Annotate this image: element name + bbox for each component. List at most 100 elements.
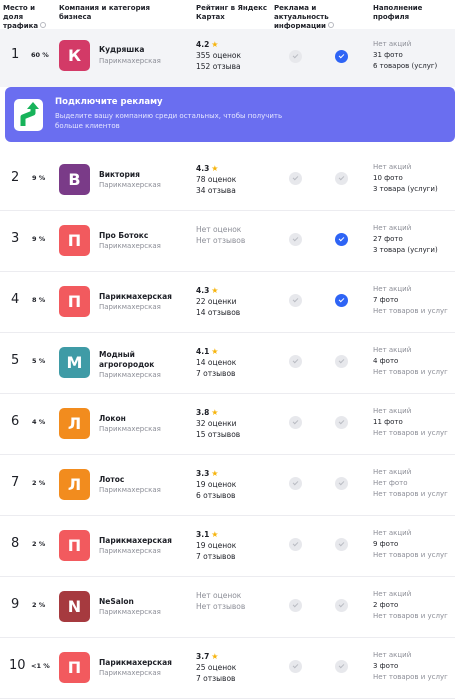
photos-count: 3 фото — [373, 662, 399, 670]
profile-fill: Нет акций 3 фото Нет товаров и услуг — [373, 650, 448, 683]
company-name[interactable]: Парикмахерская — [99, 292, 172, 302]
table-row[interactable]: 7 2 % Л Лотос Парикмахерская 3.3 ★ 19 оце… — [0, 455, 455, 516]
ratings-count: 19 оценок — [196, 541, 237, 550]
company-category: Парикмахерская — [99, 669, 161, 677]
promos-status: Нет акций — [373, 224, 412, 232]
reviews-count: 34 отзыва — [196, 186, 236, 195]
info-icon[interactable] — [40, 22, 47, 28]
rating-value-line: 4.1 ★ — [196, 346, 236, 357]
table-row[interactable]: 10 <1 % П Парикмахерская Парикмахерская … — [0, 638, 455, 699]
row-traffic-share: 5 % — [32, 357, 46, 365]
company-name[interactable]: Кудряшка — [99, 45, 169, 55]
profile-fill: Нет акций 31 фото 6 товаров (услуг) — [373, 39, 437, 72]
profile-fill: Нет акций 27 фото 3 товара (услуги) — [373, 223, 438, 256]
reviews-count: 6 отзывов — [196, 491, 236, 500]
header-ads: Реклама и актуальность информации — [274, 4, 366, 31]
profile-fill: Нет акций 7 фото Нет товаров и услуг — [373, 284, 448, 317]
company-avatar[interactable]: М — [59, 347, 90, 378]
row-traffic-share: 60 % — [31, 51, 49, 59]
header-rating: Рейтинг в Яндекс Картах — [196, 4, 268, 21]
table-row[interactable]: 9 2 % N NeSalon Парикмахерская Нет оцено… — [0, 577, 455, 638]
company-avatar[interactable]: П — [59, 225, 90, 256]
ads-check-icon — [289, 233, 302, 246]
photos-count: 31 фото — [373, 51, 403, 59]
rating-value: 3.7 — [196, 652, 210, 661]
rating-value-line: Нет оценок — [196, 590, 245, 601]
company-avatar[interactable]: К — [59, 40, 90, 71]
rating-block: 3.7 ★ 25 оценок 7 отзывов — [196, 651, 236, 684]
company-name[interactable]: Парикмахерская — [99, 658, 172, 668]
photos-count: 9 фото — [373, 540, 399, 548]
rating-block: 4.1 ★ 14 оценок 7 отзывов — [196, 346, 236, 379]
row-place: 9 — [11, 597, 20, 612]
reviews-count: 7 отзывов — [196, 552, 236, 561]
ads-check-icon — [289, 538, 302, 551]
table-row[interactable]: 6 4 % Л Локон Парикмахерская 3.8 ★ 32 оце… — [0, 394, 455, 455]
info-icon[interactable] — [327, 22, 334, 28]
goods-count: 3 товара (услуги) — [373, 185, 438, 193]
company-avatar[interactable]: П — [59, 530, 90, 561]
profile-fill: Нет акций 2 фото Нет товаров и услуг — [373, 589, 448, 622]
rating-value: Нет оценок — [196, 591, 242, 600]
goods-count: Нет товаров и услуг — [373, 551, 448, 559]
company-avatar[interactable]: Л — [59, 408, 90, 439]
table-row[interactable]: 8 2 % П Парикмахерская Парикмахерская 3.… — [0, 516, 455, 577]
table-row[interactable]: 1 60 % К Кудряшка Парикмахерская 4.2 ★ 35… — [0, 29, 455, 87]
promos-status: Нет акций — [373, 590, 412, 598]
profile-fill: Нет акций Нет фото Нет товаров и услуг — [373, 467, 448, 500]
star-icon: ★ — [211, 40, 219, 49]
table-row[interactable]: 4 8 % П Парикмахерская Парикмахерская 4.… — [0, 272, 455, 333]
star-icon: ★ — [211, 347, 219, 356]
company-avatar[interactable]: N — [59, 591, 90, 622]
table-row[interactable]: 3 9 % П Про Ботокс Парикмахерская Нет оц… — [0, 211, 455, 272]
info-actual-check-icon — [335, 599, 348, 612]
company-name[interactable]: Парикмахерская — [99, 536, 172, 546]
company-category: Парикмахерская — [99, 608, 161, 616]
star-icon: ★ — [211, 469, 219, 478]
company-category: Парикмахерская — [99, 547, 161, 555]
rating-block: 4.3 ★ 78 оценок 34 отзыва — [196, 163, 236, 196]
company-category: Парикмахерская — [99, 242, 161, 250]
info-actual-check-icon — [335, 233, 348, 246]
company-name[interactable]: Про Ботокс — [99, 231, 169, 241]
rating-value: 3.3 — [196, 469, 210, 478]
company-avatar[interactable]: П — [59, 652, 90, 683]
reviews-count: Нет отзывов — [196, 602, 246, 611]
rating-block: 4.2 ★ 355 оценок 152 отзыва — [196, 39, 241, 72]
rating-value: 3.1 — [196, 530, 210, 539]
info-actual-check-icon — [335, 416, 348, 429]
promos-status: Нет акций — [373, 285, 412, 293]
company-name[interactable]: Модный агрогородок — [99, 350, 169, 370]
row-place: 1 — [11, 47, 20, 62]
company-name[interactable]: Локон — [99, 414, 169, 424]
company-category: Парикмахерская — [99, 425, 161, 433]
row-place: 8 — [11, 536, 20, 551]
row-traffic-share: 8 % — [32, 296, 46, 304]
header-profile: Наполнение профиля — [373, 4, 423, 21]
profile-fill: Нет акций 11 фото Нет товаров и услуг — [373, 406, 448, 439]
rating-block: 3.1 ★ 19 оценок 7 отзывов — [196, 529, 236, 562]
photos-count: 4 фото — [373, 357, 399, 365]
photos-count: 2 фото — [373, 601, 399, 609]
company-name[interactable]: NeSalon — [99, 597, 169, 607]
promos-status: Нет акций — [373, 651, 412, 659]
company-avatar[interactable]: В — [59, 164, 90, 195]
row-traffic-share: 4 % — [32, 418, 46, 426]
rating-value: 4.2 — [196, 40, 210, 49]
rating-block: 3.8 ★ 32 оценки 15 отзывов — [196, 407, 240, 440]
row-traffic-share: 9 % — [32, 174, 46, 182]
company-name[interactable]: Лотос — [99, 475, 169, 485]
company-avatar[interactable]: П — [59, 286, 90, 317]
ads-check-icon — [289, 599, 302, 612]
company-name[interactable]: Виктория — [99, 170, 169, 180]
ad-promo-banner[interactable]: Подключите рекламу Выделите вашу компани… — [5, 87, 455, 142]
goods-count: Нет товаров и услуг — [373, 368, 448, 376]
promos-status: Нет акций — [373, 468, 412, 476]
ads-check-icon — [289, 294, 302, 307]
table-row[interactable]: 5 5 % М Модный агрогородок Парикмахерска… — [0, 333, 455, 394]
row-place: 10 — [9, 658, 26, 673]
company-category: Парикмахерская — [99, 181, 161, 189]
table-row[interactable]: 2 9 % В Виктория Парикмахерская 4.3 ★ 78 … — [0, 150, 455, 211]
company-avatar[interactable]: Л — [59, 469, 90, 500]
info-actual-check-icon — [335, 477, 348, 490]
